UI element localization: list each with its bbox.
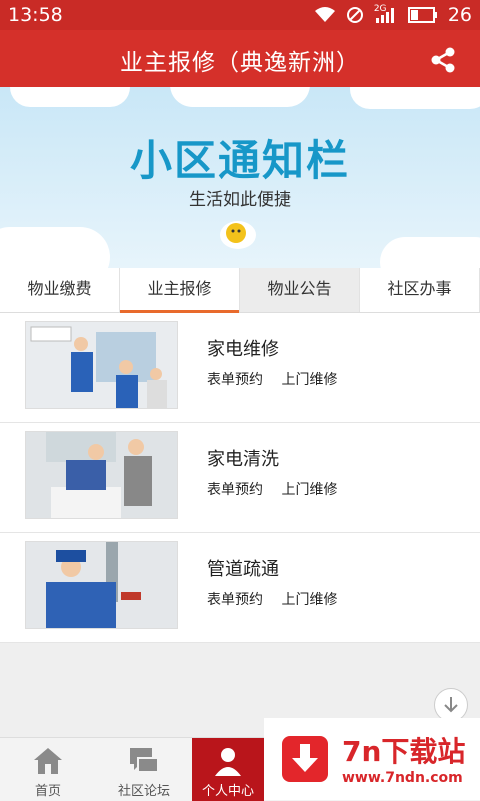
status-time: 13:58 — [8, 4, 63, 26]
do-not-disturb-icon — [346, 7, 363, 23]
download-icon — [282, 736, 328, 782]
cloud-decoration — [170, 87, 310, 107]
service-name: 家电维修 — [207, 339, 279, 360]
service-name: 管道疏通 — [207, 559, 279, 580]
list-item[interactable]: 管道疏通 表单预约 上门维修 — [0, 533, 480, 643]
nav-label: 个人中心 — [201, 784, 254, 799]
tab-property-fee[interactable]: 物业缴费 — [0, 268, 120, 312]
category-tabs: 物业缴费 业主报修 物业公告 社区办事 — [0, 268, 480, 313]
nav-forum[interactable]: 社区论坛 — [108, 738, 180, 801]
tab-community-affairs[interactable]: 社区办事 — [360, 268, 480, 312]
service-list: 家电维修 表单预约 上门维修 家电清洗 表单预约 上门维修 管道疏通 表单预约 … — [0, 313, 480, 643]
service-thumbnail — [25, 541, 178, 629]
list-item[interactable]: 家电清洗 表单预约 上门维修 — [0, 423, 480, 533]
nav-label: 首页 — [34, 784, 61, 799]
service-thumbnail — [25, 321, 178, 409]
service-tag: 上门维修 — [281, 372, 338, 388]
nav-label: 社区论坛 — [117, 784, 170, 799]
battery-level: 26 — [447, 4, 472, 26]
service-tags: 表单预约 上门维修 — [207, 479, 351, 499]
share-icon[interactable] — [428, 45, 458, 75]
site-watermark: 7n下载站 www.7ndn.com — [264, 718, 480, 800]
service-tag: 表单预约 — [207, 372, 263, 388]
battery-icon — [407, 7, 437, 23]
cloud-decoration — [380, 237, 480, 268]
list-item[interactable]: 家电维修 表单预约 上门维修 — [0, 313, 480, 423]
banner-headline: 小区通知栏 — [129, 136, 350, 185]
signal-icon: 2G — [374, 4, 398, 24]
service-tag: 上门维修 — [281, 592, 338, 608]
service-thumbnail — [25, 431, 178, 519]
app-bar: 业主报修（典逸新洲） — [0, 30, 480, 87]
nav-profile[interactable]: 个人中心 — [192, 738, 264, 801]
egg-mascot-icon — [220, 221, 256, 249]
service-name: 家电清洗 — [207, 449, 279, 470]
banner-subtitle: 生活如此便捷 — [189, 190, 291, 210]
status-bar: 13:58 2G 26 — [0, 0, 480, 30]
watermark-title: 7n下载站 — [342, 735, 466, 768]
service-tag: 表单预约 — [207, 592, 263, 608]
notice-banner[interactable]: 小区通知栏 生活如此便捷 — [0, 87, 480, 268]
nav-home[interactable]: 首页 — [12, 738, 84, 801]
home-icon — [34, 748, 62, 774]
page-title: 业主报修（典逸新洲） — [120, 50, 360, 76]
tab-property-notice[interactable]: 物业公告 — [240, 268, 360, 312]
status-icons: 2G 26 — [314, 4, 472, 26]
person-icon — [215, 748, 241, 776]
tab-owner-repair[interactable]: 业主报修 — [120, 268, 240, 313]
service-tag: 上门维修 — [281, 482, 338, 498]
scroll-down-button[interactable] — [434, 688, 468, 722]
cloud-decoration — [0, 227, 110, 268]
service-tag: 表单预约 — [207, 482, 263, 498]
cloud-decoration — [350, 87, 480, 109]
service-tags: 表单预约 上门维修 — [207, 589, 351, 609]
watermark-url: www.7ndn.com — [342, 770, 463, 786]
cloud-decoration — [10, 87, 130, 107]
arrow-down-icon — [444, 697, 458, 713]
service-tags: 表单预约 上门维修 — [207, 369, 351, 389]
chat-icon — [130, 748, 159, 773]
wifi-icon — [314, 7, 335, 22]
